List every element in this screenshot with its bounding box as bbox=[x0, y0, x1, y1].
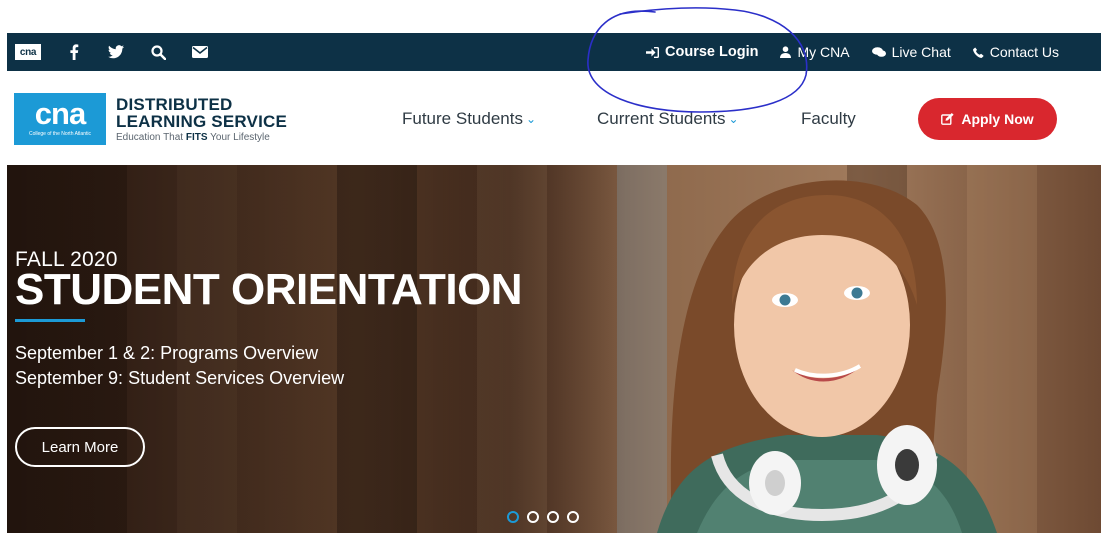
live-chat-link[interactable]: Live Chat bbox=[871, 44, 951, 60]
nav-faculty[interactable]: Faculty bbox=[801, 109, 856, 129]
top-bar-left: cna bbox=[15, 33, 209, 71]
carousel-dot[interactable] bbox=[527, 511, 539, 523]
nav-current-students[interactable]: Current Students ⌄ bbox=[597, 109, 739, 129]
course-login-label: Course Login bbox=[665, 44, 759, 60]
site-header: cna College of the North Atlantic DISTRI… bbox=[7, 71, 1101, 165]
top-utility-bar: cna Course Login My CNA Live Chat Contac… bbox=[7, 33, 1101, 71]
nav-faculty-label: Faculty bbox=[801, 109, 856, 128]
tagline-bold: FITS bbox=[185, 132, 208, 143]
cna-logo[interactable]: cna College of the North Atlantic bbox=[14, 93, 106, 145]
contact-us-label: Contact Us bbox=[989, 44, 1059, 60]
my-cna-label: My CNA bbox=[797, 44, 850, 60]
carousel-dot[interactable] bbox=[567, 511, 579, 523]
edit-icon bbox=[941, 113, 954, 125]
course-login-link[interactable]: Course Login bbox=[646, 44, 758, 60]
student-photo bbox=[657, 180, 997, 533]
contact-us-link[interactable]: Contact Us bbox=[972, 44, 1059, 60]
page: cna Course Login My CNA Live Chat Contac… bbox=[7, 33, 1101, 533]
search-icon[interactable] bbox=[149, 43, 167, 61]
nav-current-students-label: Current Students bbox=[597, 109, 726, 128]
live-chat-label: Live Chat bbox=[891, 44, 951, 60]
nav-future-students[interactable]: Future Students ⌄ bbox=[402, 109, 536, 129]
chevron-down-icon: ⌄ bbox=[728, 112, 739, 126]
hero-banner: FALL 2020 STUDENT ORIENTATION September … bbox=[7, 165, 1101, 533]
carousel-dot[interactable] bbox=[507, 511, 519, 523]
carousel-indicators bbox=[507, 511, 587, 523]
facebook-icon[interactable] bbox=[65, 43, 83, 61]
nav-future-students-label: Future Students bbox=[402, 109, 523, 128]
top-bar-links: Course Login My CNA Live Chat Contact Us bbox=[624, 33, 1059, 71]
apply-now-button[interactable]: Apply Now bbox=[918, 98, 1057, 140]
twitter-icon[interactable] bbox=[107, 43, 125, 61]
tagline-pre: Education That bbox=[116, 132, 186, 143]
logo-main-text: cna bbox=[34, 96, 86, 131]
brand-title-line2: LEARNING SERVICE bbox=[116, 112, 288, 131]
my-cna-link[interactable]: My CNA bbox=[780, 44, 850, 60]
hero-detail-line: September 9: Student Services Overview bbox=[15, 368, 345, 388]
phone-icon bbox=[972, 47, 984, 58]
tagline-post: Your Lifestyle bbox=[207, 132, 270, 143]
mail-icon[interactable] bbox=[191, 43, 209, 61]
brand-tagline: Education That FITS Your Lifestyle bbox=[116, 132, 270, 143]
learn-more-button[interactable]: Learn More bbox=[15, 427, 145, 467]
chat-icon bbox=[871, 46, 886, 58]
apply-now-label: Apply Now bbox=[961, 111, 1034, 127]
hero-detail-line: September 1 & 2: Programs Overview bbox=[15, 343, 319, 363]
sign-in-icon bbox=[646, 46, 660, 58]
cna-mini-logo[interactable]: cna bbox=[15, 44, 41, 60]
hero-headline: STUDENT ORIENTATION bbox=[15, 265, 523, 314]
logo-sub-text: College of the North Atlantic bbox=[29, 131, 91, 137]
headline-underline bbox=[15, 319, 85, 322]
user-icon bbox=[780, 46, 792, 58]
chevron-down-icon: ⌄ bbox=[525, 112, 537, 126]
carousel-dot[interactable] bbox=[547, 511, 559, 523]
